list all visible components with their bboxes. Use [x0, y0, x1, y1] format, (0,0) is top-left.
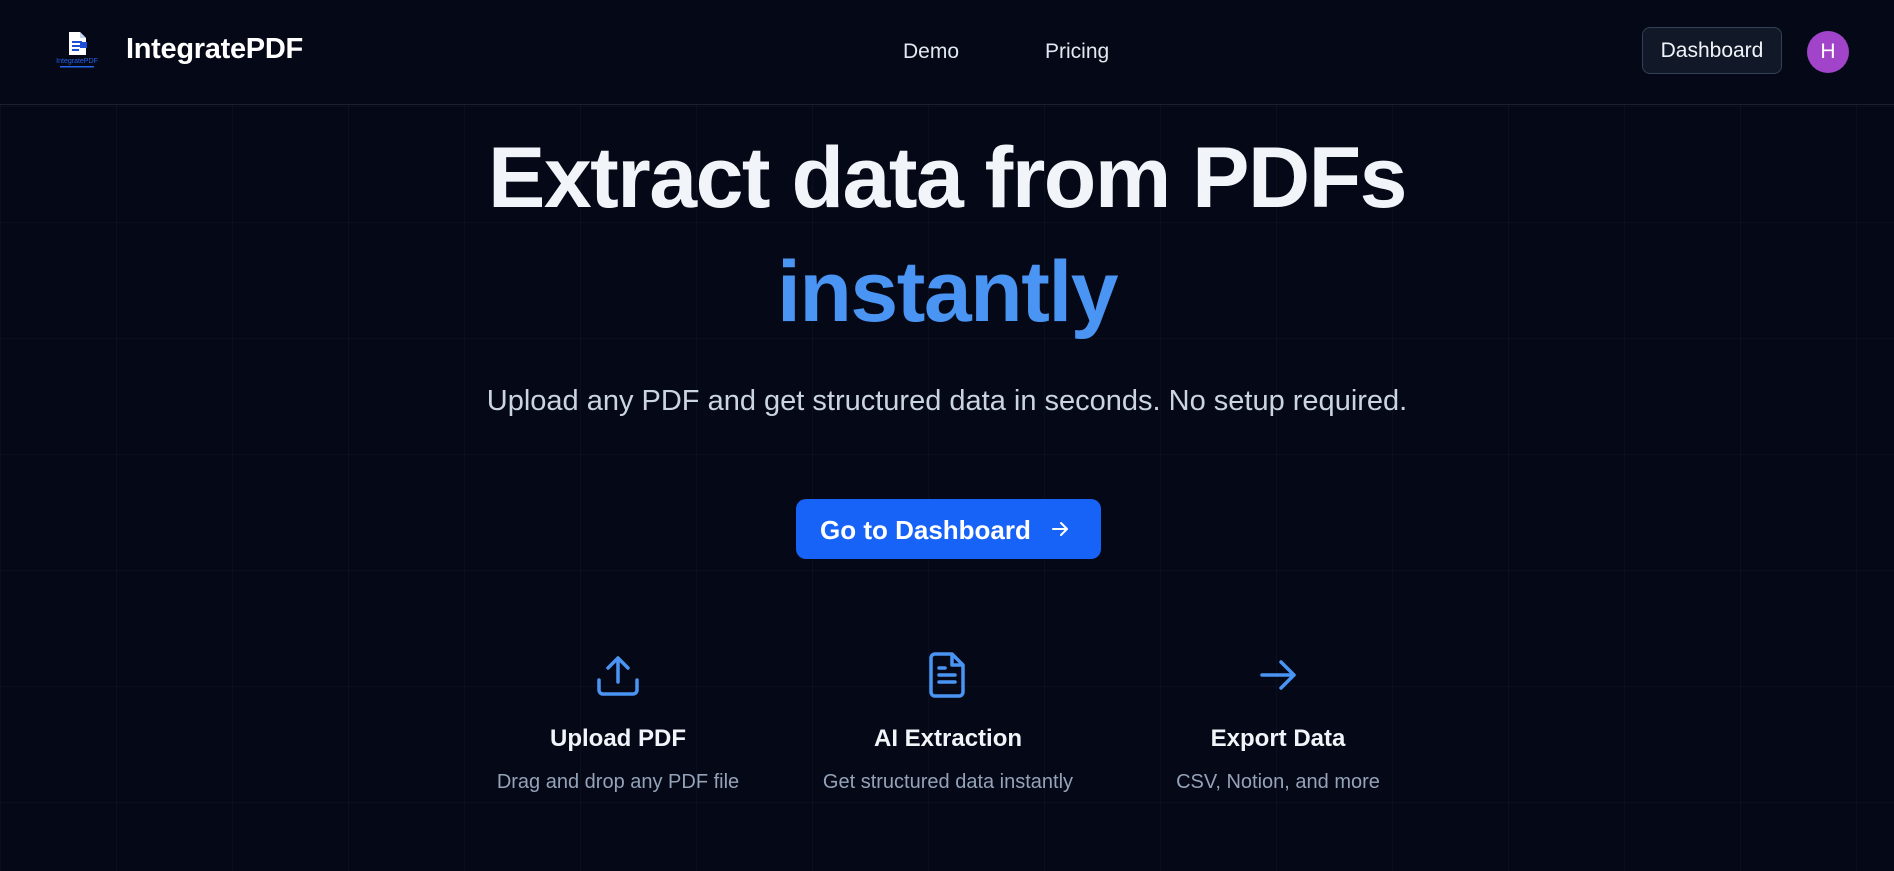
- feature-description: Drag and drop any PDF file: [496, 771, 740, 793]
- feature-export-data: Export Data CSV, Notion, and more: [1113, 650, 1443, 794]
- upload-icon: [597, 656, 639, 696]
- hero-title-accent: instantly: [776, 244, 1119, 340]
- top-navbar: IntegratePDF IntegratePDF Demo Pricing D…: [0, 0, 1894, 105]
- feature-title: Export Data: [1210, 725, 1346, 752]
- dashboard-button[interactable]: Dashboard: [1642, 27, 1782, 74]
- feature-description: CSV, Notion, and more: [1176, 771, 1380, 793]
- nav-link-pricing[interactable]: Pricing: [1045, 40, 1109, 64]
- feature-title: AI Extraction: [873, 725, 1023, 752]
- hero-title: Extract data from PDFs: [487, 130, 1408, 226]
- pdf-logo-icon: IntegratePDF: [56, 32, 98, 68]
- logo-wordmark: IntegratePDF: [56, 58, 98, 65]
- arrow-right-icon: [1260, 660, 1296, 690]
- nav-link-demo[interactable]: Demo: [903, 40, 959, 64]
- feature-description: Get structured data instantly: [822, 771, 1074, 793]
- user-avatar[interactable]: H: [1807, 31, 1849, 73]
- brand-logo[interactable]: IntegratePDF: [54, 30, 100, 72]
- feature-upload: Upload PDF Drag and drop any PDF file: [453, 650, 783, 794]
- brand-name[interactable]: IntegratePDF: [126, 33, 303, 66]
- go-to-dashboard-button[interactable]: Go to Dashboard: [796, 499, 1101, 559]
- arrow-right-icon: [1052, 522, 1068, 536]
- feature-ai-extraction: AI Extraction Get structured data instan…: [783, 650, 1113, 794]
- hero-subtitle: Upload any PDF and get structured data i…: [486, 385, 1408, 417]
- feature-title: Upload PDF: [550, 725, 686, 752]
- landing-page: IntegratePDF IntegratePDF Demo Pricing D…: [0, 0, 1894, 871]
- document-icon: [929, 652, 965, 698]
- cta-label: Go to Dashboard: [820, 515, 1031, 545]
